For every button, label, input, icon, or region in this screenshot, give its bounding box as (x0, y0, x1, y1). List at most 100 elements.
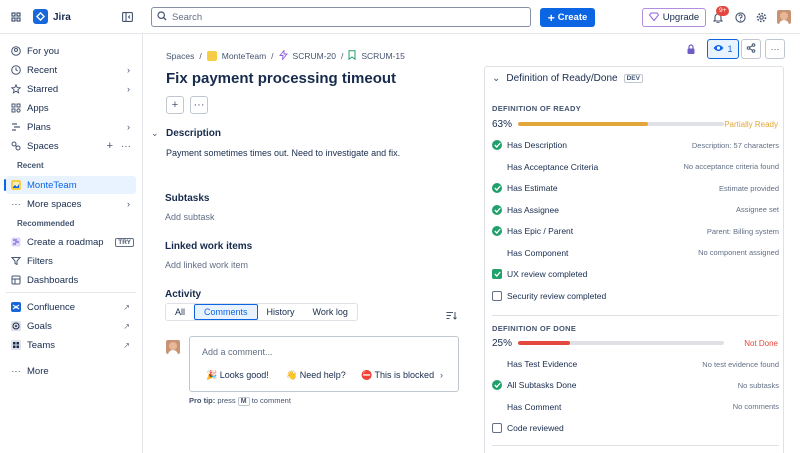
protip-suffix: to comment (251, 396, 291, 405)
sidebar-item-spaces[interactable]: Spaces + ··· (6, 137, 136, 155)
more-options-button[interactable]: ··· (765, 39, 785, 59)
breadcrumb-parent[interactable]: SCRUM-20 (293, 51, 336, 61)
quick-reply-looks-good[interactable]: 🎉 Looks good! (206, 370, 269, 381)
help-icon[interactable] (733, 10, 747, 24)
breadcrumb-spaces[interactable]: Spaces (166, 51, 194, 61)
sidebar-item-recent[interactable]: Recent › (6, 61, 136, 79)
sidebar-item-plans[interactable]: Plans › (6, 118, 136, 136)
dashboard-icon (11, 275, 21, 285)
jira-logo-icon[interactable] (33, 9, 48, 24)
criteria-label: Has Comment (507, 401, 562, 412)
add-subtask-link[interactable]: Add subtask (165, 212, 215, 222)
more-options-icon[interactable]: ··· (121, 141, 131, 152)
panel-header[interactable]: ⌄ Definition of Ready/Done DEV (492, 73, 643, 84)
subtasks-heading: Subtasks (165, 193, 210, 204)
chevron-right-icon[interactable]: › (127, 122, 130, 132)
criteria-row: Has Estimate Estimate provided (492, 181, 779, 195)
confluence-logo-icon (11, 302, 21, 312)
ellipsis-icon: ··· (193, 99, 205, 111)
collapse-sidebar-icon[interactable] (120, 10, 134, 24)
sidebar-item-label: Apps (27, 102, 49, 114)
sidebar-item-starred[interactable]: Starred › (6, 80, 136, 98)
sidebar-item-label: For you (27, 45, 60, 57)
checkbox-unchecked-icon[interactable] (492, 422, 502, 433)
criteria-label: Has Estimate (507, 183, 558, 193)
criteria-detail: No subtasks (737, 380, 779, 390)
breadcrumb: Spaces / MonteTeam / SCRUM-20 / SCRUM-15 (166, 49, 405, 62)
tab-history[interactable]: History (258, 304, 304, 320)
unmet-placeholder-icon (492, 359, 502, 369)
sidebar-item-confluence[interactable]: Confluence ↗ (6, 298, 136, 316)
chevron-right-icon[interactable]: › (127, 65, 130, 75)
sort-order-icon[interactable] (444, 309, 458, 321)
sidebar-divider (6, 292, 136, 293)
app-switcher-icon[interactable] (9, 10, 23, 24)
checkbox-unchecked-icon[interactable] (492, 290, 502, 301)
add-space-plus-icon[interactable]: + (107, 140, 113, 152)
criteria-row[interactable]: UX review completed (492, 267, 779, 281)
criteria-row[interactable]: Code reviewed (492, 421, 779, 435)
sidebar-item-for-you[interactable]: For you (6, 42, 136, 60)
user-avatar[interactable] (777, 10, 791, 24)
breadcrumb-project[interactable]: MonteTeam (222, 51, 266, 61)
lock-icon[interactable] (684, 42, 698, 56)
sidebar-item-create-roadmap[interactable]: Create a roadmap TRY (6, 233, 136, 251)
chevron-right-icon[interactable]: › (127, 84, 130, 94)
add-linked-work-item-link[interactable]: Add linked work item (165, 260, 248, 270)
plus-icon: + (547, 10, 555, 25)
sidebar-item-monteteam[interactable]: MonteTeam (4, 176, 136, 194)
ellipsis-icon: ··· (770, 44, 780, 54)
issue-title[interactable]: Fix payment processing timeout (166, 70, 396, 87)
criteria-detail: Description: 57 characters (691, 140, 779, 150)
tab-comments[interactable]: Comments (194, 304, 258, 320)
sidebar-item-more[interactable]: ··· More (6, 362, 136, 380)
sidebar-item-apps[interactable]: Apps (6, 99, 136, 117)
search-bar[interactable] (151, 7, 531, 27)
chevron-down-icon[interactable]: ⌄ (492, 73, 500, 84)
description-text[interactable]: Payment sometimes times out. Need to inv… (166, 148, 400, 158)
check-circle-icon (492, 204, 502, 215)
quick-reply-need-help[interactable]: 👋 Need help? (286, 370, 346, 381)
tab-work-log[interactable]: Work log (304, 304, 357, 320)
sidebar-item-dashboards[interactable]: Dashboards (6, 271, 136, 289)
criteria-row[interactable]: Security review completed (492, 289, 779, 303)
sidebar-item-filters[interactable]: Filters (6, 252, 136, 270)
share-button[interactable] (741, 39, 761, 59)
ready-progress-fill (518, 122, 648, 126)
checkbox-checked-icon[interactable] (492, 269, 502, 279)
criteria-label: Has Acceptance Criteria (507, 161, 599, 172)
watchers-button[interactable]: 1 (707, 39, 739, 59)
comment-input-placeholder[interactable]: Add a comment... (202, 347, 273, 357)
criteria-row: Has Assignee Assignee set (492, 203, 779, 217)
chevron-right-icon[interactable]: › (127, 199, 130, 209)
upgrade-button-label: Upgrade (662, 12, 700, 23)
settings-gear-icon[interactable] (754, 10, 768, 24)
app-name[interactable]: Jira (53, 12, 71, 23)
sidebar-item-goals[interactable]: Goals ↗ (6, 317, 136, 335)
sidebar-item-label: Plans (27, 121, 51, 133)
keyboard-shortcut: M (237, 397, 250, 406)
dev-badge: DEV (623, 74, 643, 83)
sidebar: For you Recent › Starred › Apps Plans › … (0, 34, 143, 453)
sidebar-item-more-spaces[interactable]: ··· More spaces › (6, 195, 136, 213)
share-icon (746, 43, 756, 55)
create-button[interactable]: + Create (540, 8, 595, 27)
breadcrumb-issue[interactable]: SCRUM-15 (361, 51, 404, 61)
criteria-label: UX review completed (507, 269, 588, 279)
add-plus-button[interactable]: + (166, 96, 184, 114)
chevron-down-icon[interactable]: ⌄ (151, 128, 159, 139)
sidebar-item-label: More spaces (27, 198, 82, 210)
comment-box[interactable]: Add a comment... 🎉 Looks good! 👋 Need he… (189, 336, 459, 392)
check-circle-icon (492, 226, 502, 236)
criteria-detail: No acceptance criteria found (683, 162, 779, 171)
tab-all[interactable]: All (166, 304, 194, 320)
more-actions-button[interactable]: ··· (190, 96, 208, 114)
quick-reply-blocked[interactable]: ⛔ This is blocked (361, 370, 434, 381)
filter-icon (11, 256, 21, 266)
upgrade-button[interactable]: Upgrade (642, 8, 706, 27)
sidebar-item-teams[interactable]: Teams ↗ (6, 336, 136, 354)
criteria-detail: No component assigned (698, 248, 779, 257)
sidebar-item-label: Filters (27, 255, 53, 267)
chevron-right-icon[interactable]: › (440, 370, 443, 380)
search-input[interactable] (172, 11, 512, 23)
